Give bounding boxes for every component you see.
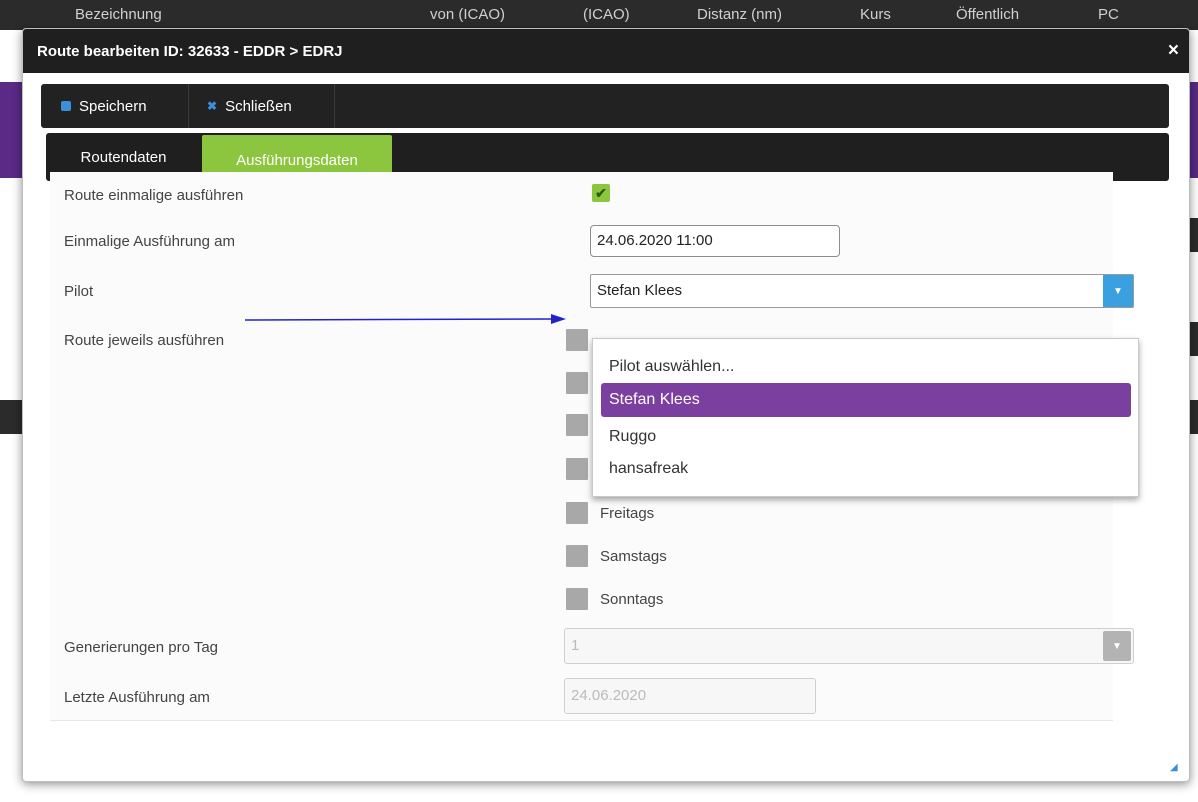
- resize-grip-icon[interactable]: ◢: [1170, 762, 1180, 773]
- pilot-option[interactable]: hansafreak: [601, 452, 1131, 486]
- pilot-dropdown-list: Pilot auswählen... Stefan Klees Ruggo ha…: [592, 338, 1139, 497]
- pilot-option[interactable]: Ruggo: [601, 420, 1131, 454]
- pilot-option-selected[interactable]: Stefan Klees: [601, 383, 1131, 417]
- pilot-option[interactable]: Pilot auswählen...: [601, 350, 1131, 384]
